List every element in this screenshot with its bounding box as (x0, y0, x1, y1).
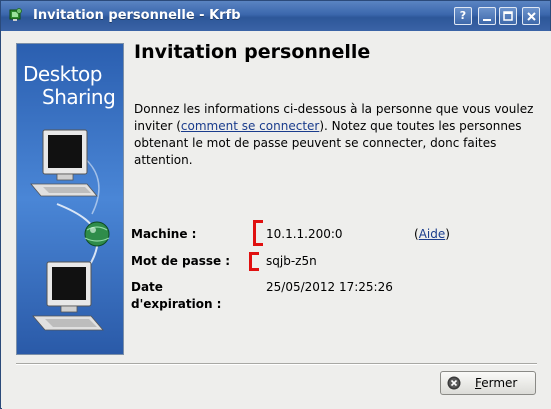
help-icon: ? (459, 9, 467, 22)
close-window-button[interactable] (522, 7, 540, 25)
minimize-icon (483, 19, 491, 21)
globe-icon (84, 221, 110, 247)
expiration-value: 25/05/2012 17:25:26 (266, 280, 393, 294)
close-button[interactable]: Fermer (440, 371, 536, 395)
banner-title-line1: Desktop (23, 62, 102, 86)
maximize-button[interactable] (499, 7, 517, 25)
machine-value: 10.1.1.200:0 (266, 227, 343, 241)
close-icon (527, 12, 536, 21)
annotation-bracket-password (249, 252, 259, 271)
close-button-label: Fermer (475, 376, 517, 390)
page-title: Invitation personnelle (134, 41, 371, 63)
help-link-wrapper: (Aide) (414, 227, 450, 241)
dialog-content: Desktop Sharing Invitation personnelle D… (2, 31, 551, 409)
minimize-button[interactable] (478, 7, 496, 25)
expiration-label-line1: Date (131, 280, 163, 294)
expiration-label-line2: d'expiration : (131, 297, 222, 311)
krfb-app-icon (9, 8, 22, 21)
help-button[interactable]: ? (454, 7, 472, 25)
how-to-connect-link[interactable]: comment se connecter (181, 119, 319, 133)
banner-title-line2: Sharing (42, 85, 116, 109)
intro-text: Donnez les informations ci-dessous à la … (134, 101, 534, 169)
help-link[interactable]: Aide (419, 227, 446, 241)
maximize-icon (503, 11, 513, 21)
password-value: sqjb-z5n (266, 254, 317, 268)
title-bar[interactable]: Invitation personnelle - Krfb ? (1, 1, 550, 31)
machine-label: Machine : (131, 227, 197, 241)
close-circle-icon (447, 376, 461, 390)
dialog-window: Invitation personnelle - Krfb ? Desktop … (0, 0, 551, 409)
password-label: Mot de passe : (131, 254, 231, 268)
footer-divider (16, 363, 537, 365)
window-title: Invitation personnelle - Krfb (33, 8, 241, 23)
annotation-bracket-machine (253, 220, 263, 246)
desktop-sharing-banner: Desktop Sharing (16, 43, 124, 355)
help-close-paren: ) (445, 227, 450, 241)
close-button-label-rest: ermer (481, 376, 518, 390)
